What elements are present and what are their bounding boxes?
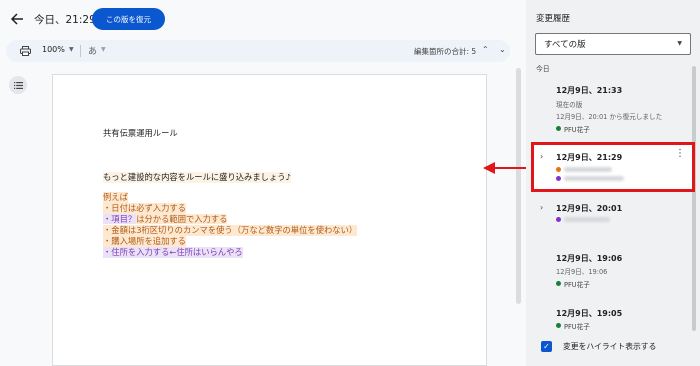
edit-count-label: 編集箇所の合計: 5 [414,47,477,56]
more-options-icon[interactable]: ⋮ [675,149,685,159]
document-line: ・項目？は分かる範囲で入力する [103,214,228,224]
back-arrow-icon[interactable] [10,12,24,26]
annotation-arrow-icon [483,162,529,174]
version-entry-note: 12月9日、20:01 から復元しました [556,113,663,121]
highlight-changes-checkbox[interactable]: ✓ [541,341,552,352]
highlight-changes-label: 変更をハイライト表示する [563,342,657,351]
document-line: ・金額は3桁区切りのカンマを使う（万など数字の単位を使わない） [103,225,358,236]
version-entry-time[interactable]: 12月9日、19:05 [556,308,622,319]
author-dot [556,126,561,131]
chevron-right-icon[interactable]: › [540,203,543,212]
version-entry-time[interactable]: 12月9日、21:33 [556,85,622,96]
chevron-down-icon: ▼ [677,40,682,47]
print-icon[interactable] [20,46,31,56]
version-filter-value: すべての版 [544,40,586,50]
section-today-label: 今日 [536,65,550,73]
document-line: 例えば [103,192,128,203]
version-entry-note: 12月9日、19:06 [556,268,608,276]
version-entry-author: PFU花子 [564,323,590,331]
previous-edit-button[interactable]: ⌃ [482,45,489,54]
zoom-select[interactable]: 100% [42,45,65,54]
document-line: ・購入場所を追加する [103,236,186,247]
top-bar: 今日、21:29 この版を復元 [0,0,522,40]
document-line: ・住所を入力する←住所はいらんやろ [103,247,243,258]
author-dot [556,323,561,328]
toolbar-divider [80,45,81,57]
blurred-author-name [564,167,612,172]
blurred-author-name [564,217,610,222]
input-tool-button[interactable]: あ [88,44,97,57]
toolbar: 100% ▼ あ ▼ 編集箇所の合計: 5 ⌃ ⌄ [6,40,510,62]
panel-title: 変更履歴 [536,14,571,24]
restore-version-button[interactable]: この版を復元 [92,8,165,30]
author-dot [556,217,561,222]
blurred-author-name [564,176,624,181]
author-dot [556,176,561,181]
version-entry-time[interactable]: 12月9日、19:06 [556,253,622,264]
document-line: ・日付は必ず入力する [103,203,186,214]
version-entry-time[interactable]: 12月9日、20:01 [556,203,622,214]
document-scrollbar[interactable] [516,68,521,366]
version-entry-note: 現在の版 [556,101,583,109]
version-entry-author: PFU花子 [564,281,590,289]
document-outline-button[interactable] [9,76,27,94]
version-filter-select[interactable]: すべての版 ▼ [535,33,691,55]
document-intro: もっと建設的な内容をルールに盛り込みましょう♪ [103,172,291,183]
chevron-right-icon[interactable]: › [540,152,543,161]
page-title: 今日、21:29 [34,14,96,26]
list-icon [13,81,23,89]
document-heading: 共有伝票運用ルール [103,128,178,138]
version-entry-author: PFU花子 [564,126,590,134]
author-dot [556,281,561,286]
next-edit-button[interactable]: ⌄ [499,45,506,54]
input-tool-caret-icon[interactable]: ▼ [101,46,106,53]
version-entry-time[interactable]: 12月9日、21:29 [556,152,622,163]
author-dot [556,167,561,172]
zoom-caret-icon[interactable]: ▼ [69,46,74,53]
document-page: 共有伝票運用ルール もっと建設的な内容をルールに盛り込みましょう♪ 例えば ・日… [52,74,487,366]
panel-scrollbar[interactable] [692,66,696,331]
